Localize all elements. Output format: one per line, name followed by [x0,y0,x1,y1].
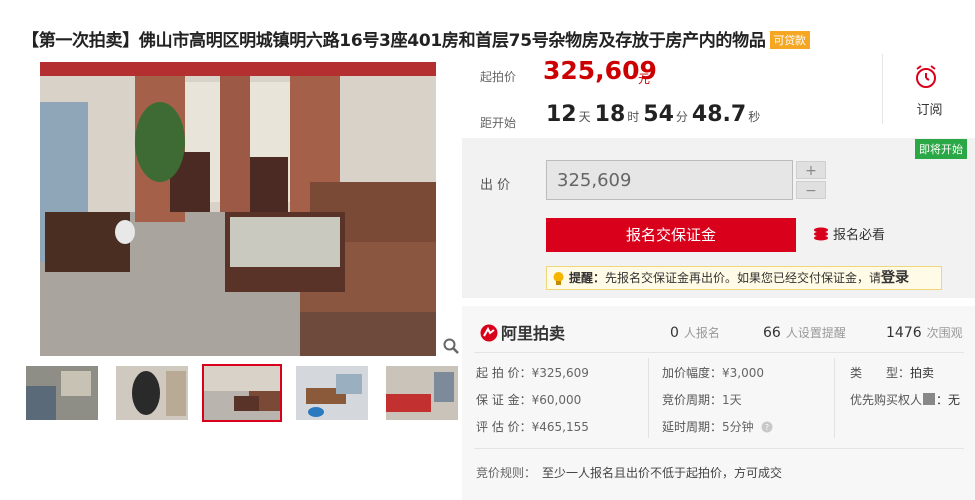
bid-rule-key: 竞价规则： [476,466,537,480]
living-room-image [40,62,436,356]
stat-views-count: 1476 [886,325,922,341]
register-deposit-button[interactable]: 报名交保证金 [546,218,796,252]
help-icon[interactable]: ? [761,421,773,433]
countdown-minutes: 54 [643,102,674,127]
countdown-seconds: 48.7 [691,102,747,127]
decrease-bid-button[interactable]: − [796,181,826,199]
detail-delay-key: 延时周期： [662,420,723,434]
countdown: 12 天 18 时 54 分 48.7 秒 [546,102,764,127]
auction-info-panel: 阿里拍卖 0 人报名 66 人设置提醒 1476 次围观 起 拍 价：¥325,609… [462,306,975,500]
bid-panel: 即将开始 出 价 325,609 + − 报名交保证金 报名必看 提醒：先报名交… [462,138,975,298]
detail-deposit-key: 保 证 金： [476,393,532,407]
deposit-tip: 提醒：先报名交保证金再出价。如果您已经交付保证金，请登录 [546,266,942,290]
magnifier-icon[interactable] [443,338,459,358]
page-title: 【第一次拍卖】佛山市高明区明城镇明六路16号3座401房和首层75号杂物房及存放… [22,26,810,51]
priority-badge-icon [923,393,936,405]
detail-appraisal-key: 评 估 价： [476,420,532,434]
coins-icon [814,227,828,241]
detail-priority-key: 优先购买权人 [850,393,923,407]
detail-appraisal-value: ¥465,155 [531,420,589,434]
detail-cycle-key: 竞价周期： [662,393,723,407]
stat-reminders-label: 人设置提醒 [785,326,846,340]
start-price-unit: 元 [638,72,651,86]
thumbnail-1[interactable] [26,366,98,420]
divider [474,352,964,353]
detail-deposit-value: ¥60,000 [531,393,582,407]
divider-2 [474,448,964,449]
detail-delay: 延时周期：5分钟 ? [662,418,773,435]
detail-cycle-value: 1天 [722,393,742,407]
bid-rule-text: 至少一人报名且出价不低于起拍价，方可成交 [542,466,783,480]
countdown-days: 12 [546,102,577,127]
increase-bid-button[interactable]: + [796,161,826,179]
coming-soon-badge: 即将开始 [915,139,967,159]
bid-rule: 竞价规则： 至少一人报名且出价不低于起拍价，方可成交 [476,464,782,481]
start-price-label: 起拍价 [480,70,517,84]
column-divider-1 [648,358,649,438]
detail-increment-value: ¥3,000 [722,366,765,380]
stat-registered: 0 人报名 [670,324,720,341]
loan-tag: 可贷款 [769,31,810,49]
detail-deposit: 保 证 金：¥60,000 [476,391,581,408]
detail-start-price-value: ¥325,609 [531,366,589,380]
thumbnail-3[interactable] [202,364,282,422]
detail-delay-value: 5分钟 [722,420,754,434]
thumbnail-4[interactable] [296,366,368,420]
days-unit: 天 [578,110,591,124]
detail-start-price: 起 拍 价：¥325,609 [476,364,589,381]
bid-input[interactable]: 325,609 [546,160,793,200]
detail-type: 类 型：拍卖 [850,364,934,381]
detail-priority: 优先购买权人 ：无 [850,391,960,408]
login-link[interactable]: 登录 [881,270,909,286]
thumbnail-2[interactable] [116,366,188,420]
stat-registered-label: 人报名 [683,326,720,340]
ali-logo-text: 阿里拍卖 [501,324,566,343]
detail-appraisal: 评 估 价：¥465,155 [476,418,589,435]
detail-increment: 加价幅度：¥3,000 [662,364,764,381]
stat-views-label: 次围观 [926,326,963,340]
countdown-hours: 18 [594,102,626,127]
alarm-clock-icon [916,65,936,88]
thumbnail-strip [22,364,462,422]
subscribe-label: 订阅 [916,103,943,118]
minutes-unit: 分 [675,110,688,124]
main-photo[interactable] [40,62,436,356]
stat-registered-count: 0 [670,325,679,341]
must-read-link[interactable]: 报名必看 [813,224,885,243]
detail-start-price-key: 起 拍 价： [476,366,532,380]
title-text: 【第一次拍卖】佛山市高明区明城镇明六路16号3座401房和首层75号杂物房及存放… [22,31,766,51]
column-divider-2 [834,358,835,438]
stat-views: 1476 次围观 [886,324,963,341]
svg-text:?: ? [765,423,769,432]
detail-type-key: 类 型： [850,366,911,380]
seconds-unit: 秒 [748,110,761,124]
bid-label: 出 价 [480,178,511,193]
ali-logo-icon [480,324,498,342]
hours-unit: 时 [627,110,640,124]
tip-text: 先报名交保证金再出价。如果您已经交付保证金，请 [605,271,882,285]
thumbnail-5[interactable] [386,366,458,420]
detail-priority-value: ：无 [936,393,961,407]
detail-increment-key: 加价幅度： [662,366,723,380]
detail-type-value: 拍卖 [910,366,935,380]
tip-title: 提醒： [569,271,606,285]
stat-reminders-count: 66 [763,325,781,341]
subscribe-button[interactable]: 订阅 [882,54,975,124]
must-read-label: 报名必看 [833,228,886,243]
countdown-label: 距开始 [480,116,517,130]
lightbulb-icon [553,272,564,285]
detail-cycle: 竞价周期：1天 [662,391,742,408]
stat-reminders: 66 人设置提醒 [763,324,846,341]
ali-auction-logo: 阿里拍卖 [480,320,565,344]
